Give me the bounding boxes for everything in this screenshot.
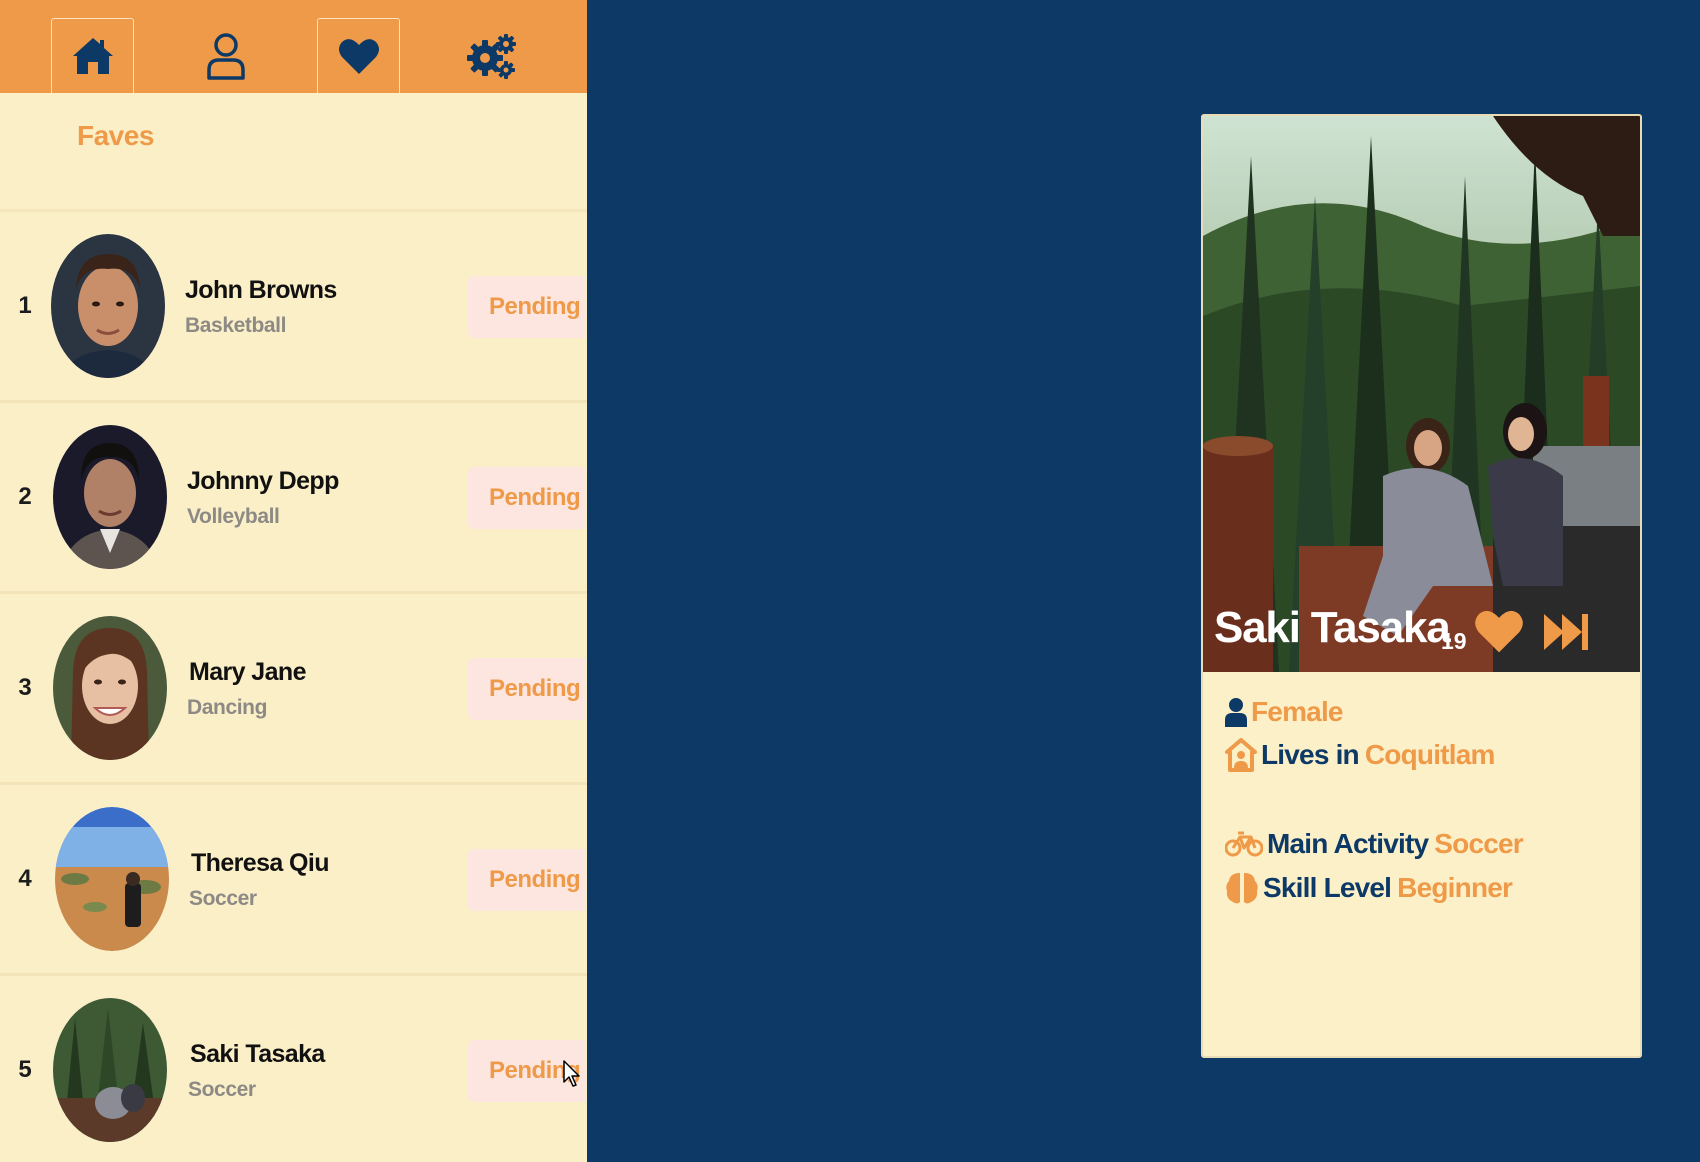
brain-icon — [1225, 871, 1259, 905]
fave-rank: 2 — [18, 483, 32, 510]
person-icon — [1225, 697, 1247, 727]
fave-rank: 3 — [18, 674, 32, 701]
avatar[interactable] — [53, 998, 167, 1142]
location-row: Lives in Coquitlam — [1225, 738, 1495, 772]
faves-list: 1 John Browns Basketball Pending 2 Johnn… — [0, 212, 587, 1162]
gender-value: Female — [1251, 696, 1344, 727]
fave-rank: 5 — [18, 1056, 32, 1083]
nav-home-button[interactable] — [51, 18, 134, 93]
bicycle-icon — [1225, 831, 1263, 857]
heart-icon — [338, 39, 379, 74]
fave-name: Theresa Qiu — [191, 849, 330, 877]
fave-name: Johnny Depp — [187, 467, 339, 495]
skip-forward-icon[interactable] — [1542, 610, 1590, 654]
activity-value: Soccer — [1434, 828, 1523, 859]
home-icon — [72, 38, 113, 74]
profile-name: Saki Tasaka — [1214, 603, 1451, 652]
avatar[interactable] — [53, 425, 167, 569]
fave-row[interactable]: 4 Theresa Qiu Soccer Pending — [0, 785, 587, 976]
faves-panel: Faves 1 John Browns Basketball Pending 2… — [0, 0, 587, 1162]
user-icon — [206, 32, 245, 80]
pending-status-button[interactable]: Pending — [468, 467, 585, 529]
fave-name: Saki Tasaka — [190, 1040, 325, 1068]
gender-row: Female — [1225, 696, 1344, 728]
avatar[interactable] — [53, 616, 167, 760]
activity-label: Main Activity — [1267, 828, 1429, 859]
top-navbar — [0, 0, 587, 93]
gears-icon — [466, 33, 516, 79]
pending-status-button[interactable]: Pending — [468, 849, 585, 911]
faves-heading: Faves — [77, 120, 154, 151]
skill-value: Beginner — [1397, 872, 1513, 903]
like-heart-icon[interactable] — [1474, 606, 1524, 656]
activity-row: Main Activity Soccer — [1225, 828, 1524, 860]
location-value: Coquitlam — [1364, 739, 1495, 770]
nav-faves-button[interactable] — [317, 18, 400, 93]
nav-profile-button[interactable] — [184, 18, 267, 93]
fave-row[interactable]: 5 Saki Tasaka Soccer Pending — [0, 976, 587, 1162]
fave-rank: 1 — [18, 292, 32, 319]
fave-activity: Dancing — [187, 696, 268, 719]
fave-activity: Soccer — [188, 1078, 256, 1101]
fave-row[interactable]: 2 Johnny Depp Volleyball Pending — [0, 403, 587, 594]
fave-rank: 4 — [18, 865, 32, 892]
location-label: Lives in — [1261, 739, 1360, 770]
nav-settings-button[interactable] — [450, 18, 533, 93]
profile-card: Saki Tasaka 19 Female Lives in Coquitlam… — [1201, 114, 1642, 1058]
avatar[interactable] — [55, 807, 169, 951]
fave-activity: Basketball — [185, 314, 287, 337]
fave-name: John Browns — [185, 276, 337, 304]
fave-activity: Volleyball — [187, 505, 280, 528]
pending-status-button[interactable]: Pending — [468, 276, 585, 338]
profile-age: 19 — [1441, 628, 1467, 654]
avatar[interactable] — [51, 234, 165, 378]
fave-row[interactable]: 1 John Browns Basketball Pending — [0, 212, 587, 403]
fave-row[interactable]: 3 Mary Jane Dancing Pending — [0, 594, 587, 785]
skill-label: Skill Level — [1263, 872, 1392, 903]
skill-row: Skill Level Beginner — [1225, 871, 1513, 905]
pending-status-button[interactable]: Pending — [468, 658, 585, 720]
house-user-icon — [1225, 738, 1257, 772]
mouse-cursor-icon — [563, 1060, 580, 1087]
fave-activity: Soccer — [189, 887, 257, 910]
fave-name: Mary Jane — [189, 658, 306, 686]
profile-photo — [1203, 116, 1640, 672]
